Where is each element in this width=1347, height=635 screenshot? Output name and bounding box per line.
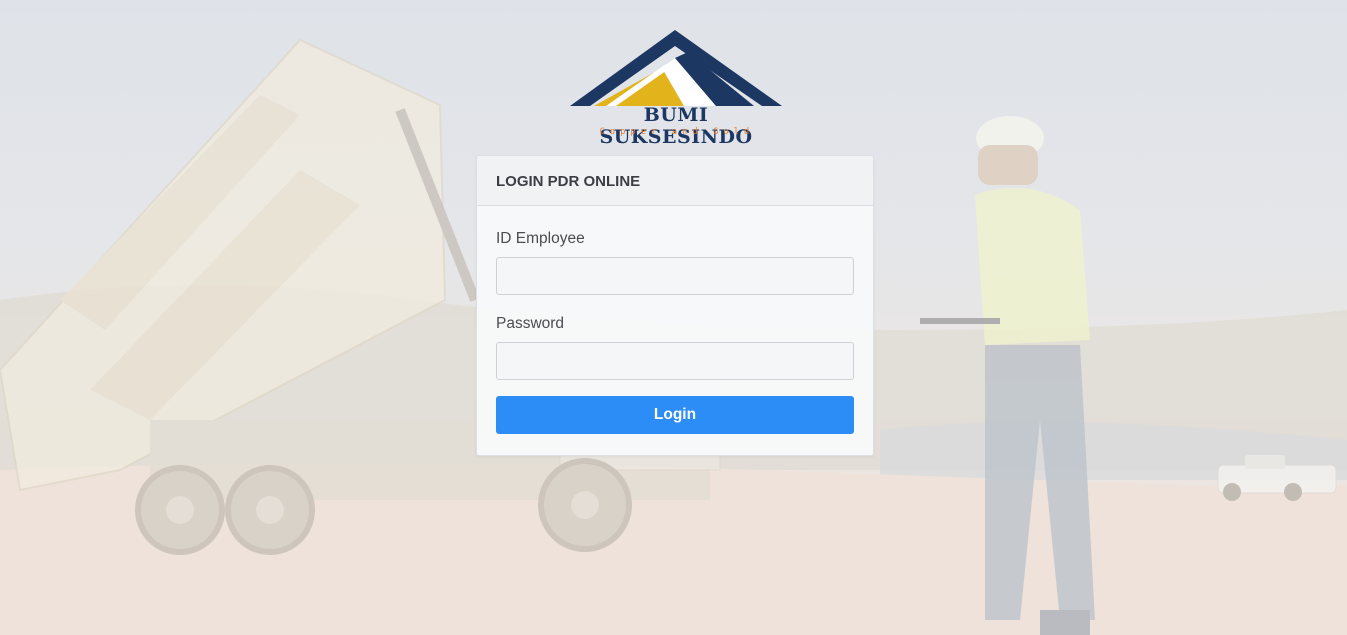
login-card-title: LOGIN PDR ONLINE: [477, 156, 873, 206]
employee-id-input[interactable]: [496, 257, 854, 295]
login-form: ID Employee Password Login: [477, 206, 873, 434]
company-tagline: Copper and Gold: [599, 127, 755, 137]
password-input[interactable]: [496, 342, 854, 380]
login-card: LOGIN PDR ONLINE ID Employee Password Lo…: [476, 155, 874, 456]
password-label: Password: [496, 315, 565, 332]
mountain-logo-icon: [570, 30, 782, 106]
login-button[interactable]: Login: [496, 396, 854, 434]
employee-id-label: ID Employee: [496, 230, 585, 247]
company-name: BUMI SUKSESINDO: [599, 104, 753, 148]
company-logo: BUMI SUKSESINDO Copper and Gold: [566, 28, 786, 148]
